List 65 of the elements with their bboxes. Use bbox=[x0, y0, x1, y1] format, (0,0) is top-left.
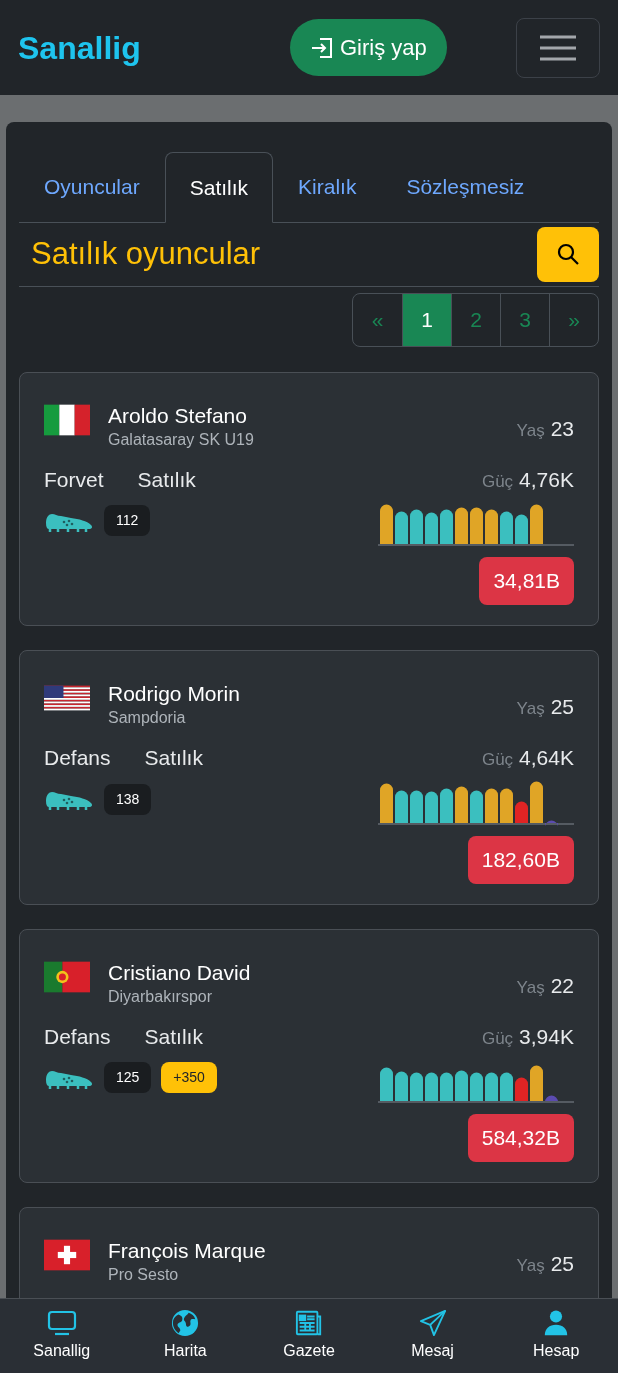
search-icon bbox=[556, 242, 580, 266]
count-badge: 112 bbox=[104, 505, 151, 536]
status-text: Satılık bbox=[137, 466, 196, 493]
player-card[interactable]: François Marque Pro Sesto Yaş 25 bbox=[19, 1207, 599, 1298]
newspaper-icon bbox=[294, 1309, 324, 1337]
age-value: 23 bbox=[550, 415, 574, 442]
nav-item[interactable]: Mesaj bbox=[382, 1309, 483, 1363]
menu-icon bbox=[540, 33, 576, 62]
tab[interactable]: Oyuncular bbox=[19, 152, 165, 222]
price-badge: 34,81B bbox=[479, 557, 574, 605]
nav-item[interactable]: Harita bbox=[135, 1309, 236, 1363]
status-text: Satılık bbox=[144, 1023, 203, 1050]
nav-item[interactable]: Hesap bbox=[506, 1309, 607, 1363]
globe-icon bbox=[170, 1309, 201, 1337]
menu-button[interactable] bbox=[516, 17, 600, 78]
age-value: 25 bbox=[550, 1251, 574, 1277]
sign-in-icon bbox=[309, 35, 334, 60]
club-name: Pro Sesto bbox=[108, 1265, 180, 1285]
player-name: Aroldo Stefano bbox=[108, 402, 248, 429]
flag-icon bbox=[44, 402, 90, 437]
position-text: Forvet bbox=[44, 466, 104, 493]
age-value: 22 bbox=[550, 972, 574, 999]
player-name: Cristiano David bbox=[108, 959, 252, 986]
paper-plane-icon bbox=[417, 1309, 448, 1337]
player-name: François Marque bbox=[108, 1238, 267, 1264]
brand-logo[interactable]: Sanallig bbox=[18, 23, 141, 72]
login-button[interactable]: Giriş yap bbox=[289, 19, 447, 76]
section-heading: Satılık oyuncular bbox=[30, 234, 261, 273]
age-label: Yaş bbox=[516, 1255, 545, 1277]
page-link[interactable]: » bbox=[549, 293, 598, 346]
age-value: 25 bbox=[550, 694, 574, 720]
count-badge: 138 bbox=[104, 783, 152, 815]
count-badge: +350 bbox=[161, 1062, 217, 1093]
player-name: Rodrigo Morin bbox=[108, 681, 241, 707]
count-badge: 125 bbox=[104, 1062, 152, 1093]
tab[interactable]: Kiralık bbox=[273, 152, 382, 222]
power-value: 4,76K bbox=[519, 466, 574, 493]
power-value: 3,94K bbox=[519, 1023, 574, 1050]
club-name: Diyarbakırspor bbox=[108, 986, 214, 1007]
tab[interactable]: Satılık bbox=[164, 152, 274, 223]
position-text: Defans bbox=[44, 745, 111, 771]
nav-item[interactable]: Gazete bbox=[259, 1309, 359, 1363]
page-link[interactable]: 1 bbox=[402, 293, 451, 346]
power-label: Güç bbox=[481, 749, 514, 771]
player-card[interactable]: Rodrigo Morin Sampdoria Yaş 25 Defans Satılık 138 Güç 4,64K 182,60B bbox=[19, 650, 599, 905]
power-label: Güç bbox=[481, 1027, 514, 1050]
tab[interactable]: Sözleşmesiz bbox=[381, 152, 550, 222]
age-label: Yaş bbox=[516, 419, 545, 442]
club-name: Sampdoria bbox=[108, 708, 187, 728]
status-text: Satılık bbox=[144, 745, 203, 771]
position-text: Defans bbox=[44, 1023, 111, 1050]
flag-icon bbox=[44, 1238, 90, 1272]
nav-item[interactable]: Sanallig bbox=[11, 1309, 112, 1363]
monitor-icon bbox=[46, 1309, 77, 1337]
age-label: Yaş bbox=[516, 976, 545, 999]
power-value: 4,64K bbox=[519, 745, 574, 771]
age-label: Yaş bbox=[516, 698, 545, 720]
player-card[interactable]: Aroldo Stefano Galatasaray SK U19 Yaş 23 Forvet Satılık 112 Güç 4,76K 34,81B bbox=[19, 371, 599, 626]
club-name: Galatasaray SK U19 bbox=[108, 429, 255, 450]
price-badge: 584,32B bbox=[467, 1114, 574, 1162]
player-card[interactable]: Cristiano David Diyarbakırspor Yaş 22 Defans Satılık 125 +350 Güç 3,94K 584,32B bbox=[19, 928, 599, 1183]
search-button[interactable] bbox=[537, 226, 599, 282]
power-label: Güç bbox=[481, 470, 514, 493]
price-badge: 182,60B bbox=[467, 835, 574, 884]
flag-icon bbox=[44, 959, 90, 994]
